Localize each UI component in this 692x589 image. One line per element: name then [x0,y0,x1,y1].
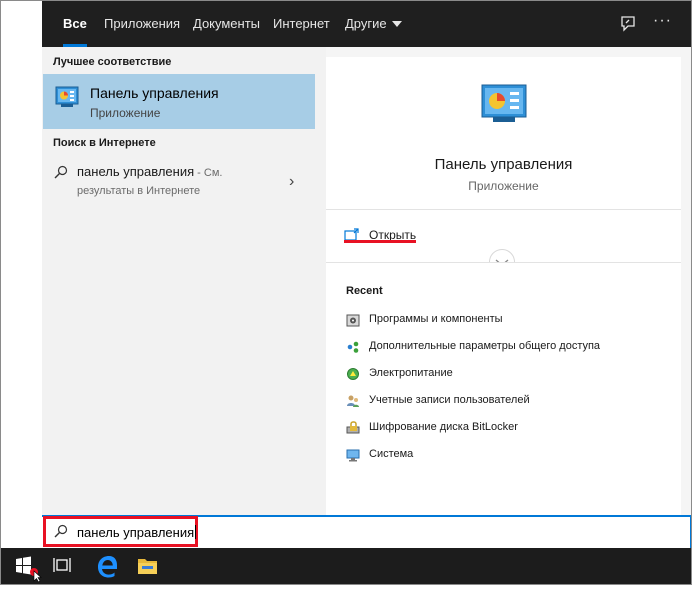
web-search-item[interactable]: панель управления - См. результаты в Инт… [43,162,315,202]
web-search-suffix: - См. [194,167,223,179]
chevron-right-icon[interactable]: › [289,173,294,191]
search-input[interactable]: панель управления [77,525,197,540]
tab-documents[interactable]: Документы [193,1,260,47]
best-match-item[interactable]: Панель управления Приложение [43,74,315,129]
feedback-icon[interactable] [618,14,638,34]
tab-apps[interactable]: Приложения [104,1,180,47]
control-panel-large-icon [481,84,527,129]
more-icon[interactable]: ··· [653,12,673,32]
details-header-card: Панель управления Приложение [326,57,681,209]
tab-all[interactable]: Все [53,1,97,47]
results-pane: Лучшее соответствие Панель управления Пр… [42,47,326,515]
programs-icon [346,314,360,327]
search-tabs-bar: Все Приложения Документы Интернет Другие… [42,1,691,47]
web-search-heading: Поиск в Интернете [53,137,156,149]
search-icon [54,165,68,184]
web-search-query: панель управления [77,164,195,179]
control-panel-icon [55,86,79,113]
tab-other[interactable]: Другие [345,1,402,47]
task-view-icon[interactable] [43,548,83,584]
recent-heading: Recent [346,285,383,297]
bitlocker-icon [346,421,360,434]
best-match-subtitle: Приложение [90,106,161,120]
details-subtitle: Приложение [468,179,539,193]
network-sharing-icon [347,341,359,353]
desktop-area [1,1,42,548]
edge-icon[interactable] [87,548,127,584]
windows-start-icon[interactable] [3,548,43,584]
file-explorer-icon[interactable] [127,548,167,584]
text-cursor [195,525,197,539]
tab-internet[interactable]: Интернет [273,1,330,47]
best-match-title: Панель управления [90,85,219,101]
taskbar [1,548,691,584]
web-search-line2: результаты в Интернете [77,185,201,197]
system-icon [346,449,360,462]
details-title: Панель управления [434,156,573,173]
recent-card: Recent Программы и компоненты Дополнител… [326,262,681,515]
open-highlight-underline [344,240,416,243]
chevron-down-icon [391,20,402,27]
search-icon [54,524,68,543]
details-pane: Панель управления Приложение Открыть Rec… [326,47,691,515]
best-match-heading: Лучшее соответствие [53,56,172,68]
user-accounts-icon [347,395,359,407]
power-icon [347,368,359,380]
